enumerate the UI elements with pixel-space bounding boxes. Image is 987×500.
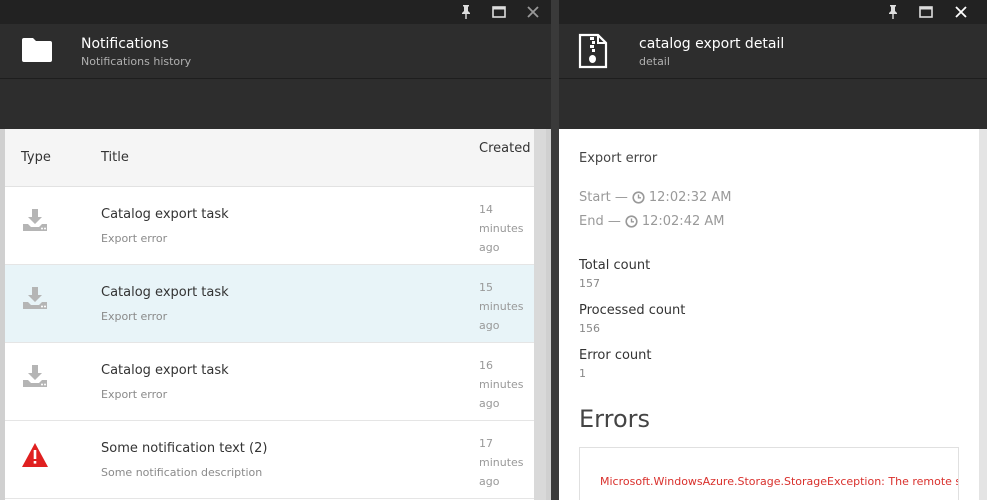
blade-divider	[551, 0, 559, 500]
created-amount: 14	[479, 203, 493, 216]
row-description: Some notification description	[101, 466, 263, 479]
row-title: Catalog export task	[101, 207, 229, 222]
download-icon	[21, 207, 49, 235]
start-value: 12:02:32 AM	[648, 190, 732, 205]
row-created: 17 minutes ago	[479, 434, 529, 491]
row-description: Export error	[101, 232, 168, 245]
created-amount: 16	[479, 359, 493, 372]
created-suffix: ago	[479, 397, 500, 410]
blade-subtitle: Notifications history	[81, 55, 192, 68]
created-amount: 15	[479, 281, 493, 294]
created-unit: minutes	[479, 378, 524, 391]
blade-topbar	[0, 0, 551, 24]
scrollbar[interactable]	[534, 129, 546, 500]
table-header: Type Title Created	[5, 129, 534, 187]
notifications-table: Type Title Created Catalog export task Ex…	[5, 129, 534, 500]
blade-header: Notifications Notifications history	[0, 24, 551, 79]
blade-toolbar	[0, 79, 551, 129]
error-count-label: Error count	[579, 348, 652, 363]
blade-header: catalog export detail detail	[559, 24, 987, 79]
column-header-type[interactable]: Type	[21, 150, 51, 165]
table-row[interactable]: Catalog export task Export error 14 minutes…	[5, 187, 534, 265]
warning-icon	[21, 441, 49, 469]
created-unit: minutes	[479, 300, 524, 313]
folder-icon	[20, 36, 54, 68]
blade-subtitle: detail	[639, 55, 670, 68]
blade-topbar	[559, 0, 987, 24]
row-title: Catalog export task	[101, 285, 229, 300]
error-count-value: 1	[579, 367, 586, 380]
created-unit: minutes	[479, 222, 524, 235]
row-description: Export error	[101, 388, 168, 401]
clock-icon	[632, 191, 645, 204]
download-icon	[21, 363, 49, 391]
row-created: 15 minutes ago	[479, 278, 529, 335]
maximize-icon[interactable]	[917, 3, 935, 21]
total-count-value: 157	[579, 277, 600, 290]
created-amount: 17	[479, 437, 493, 450]
created-suffix: ago	[479, 475, 500, 488]
start-label: Start —	[579, 190, 628, 205]
error-message[interactable]: Microsoft.WindowsAzure.Storage.StorageEx…	[600, 475, 958, 488]
table-row[interactable]: Catalog export task Export error 15 minutes…	[5, 265, 534, 343]
row-title: Some notification text (2)	[101, 441, 268, 456]
end-time: End — 12:02:42 AM	[579, 214, 724, 229]
start-time: Start — 12:02:32 AM	[579, 190, 732, 205]
zip-file-icon	[577, 33, 609, 73]
end-label: End —	[579, 214, 621, 229]
maximize-icon[interactable]	[490, 3, 508, 21]
total-count-label: Total count	[579, 258, 651, 273]
error-list: Microsoft.WindowsAzure.Storage.StorageEx…	[579, 447, 959, 500]
blade-title: catalog export detail	[639, 36, 785, 52]
notifications-blade: Notifications Notifications history Type…	[0, 0, 551, 500]
end-value: 12:02:42 AM	[641, 214, 725, 229]
errors-heading: Errors	[579, 405, 651, 433]
row-description: Export error	[101, 310, 168, 323]
created-suffix: ago	[479, 241, 500, 254]
pin-icon[interactable]	[884, 3, 902, 21]
export-detail-content: Export error Start — 12:02:32 AM End — 1…	[559, 129, 979, 500]
blade-title: Notifications	[81, 36, 169, 52]
clock-icon	[625, 215, 638, 228]
export-status: Export error	[579, 151, 658, 166]
blade-toolbar	[559, 79, 987, 129]
row-title: Catalog export task	[101, 363, 229, 378]
table-row[interactable]: Some notification text (2) Some notificat…	[5, 421, 534, 499]
pin-icon[interactable]	[457, 3, 475, 21]
created-suffix: ago	[479, 319, 500, 332]
row-created: 16 minutes ago	[479, 356, 529, 413]
scrollbar[interactable]	[979, 129, 987, 500]
processed-count-label: Processed count	[579, 303, 686, 318]
row-created: 14 minutes ago	[479, 200, 529, 257]
table-row[interactable]: Catalog export task Export error 16 minutes…	[5, 343, 534, 421]
close-icon[interactable]	[524, 3, 542, 21]
created-unit: minutes	[479, 456, 524, 469]
download-icon	[21, 285, 49, 313]
close-icon[interactable]	[952, 3, 970, 21]
processed-count-value: 156	[579, 322, 600, 335]
column-header-created[interactable]: Created	[479, 141, 530, 156]
export-detail-blade: catalog export detail detail Export erro…	[559, 0, 987, 500]
column-header-title[interactable]: Title	[101, 150, 129, 165]
